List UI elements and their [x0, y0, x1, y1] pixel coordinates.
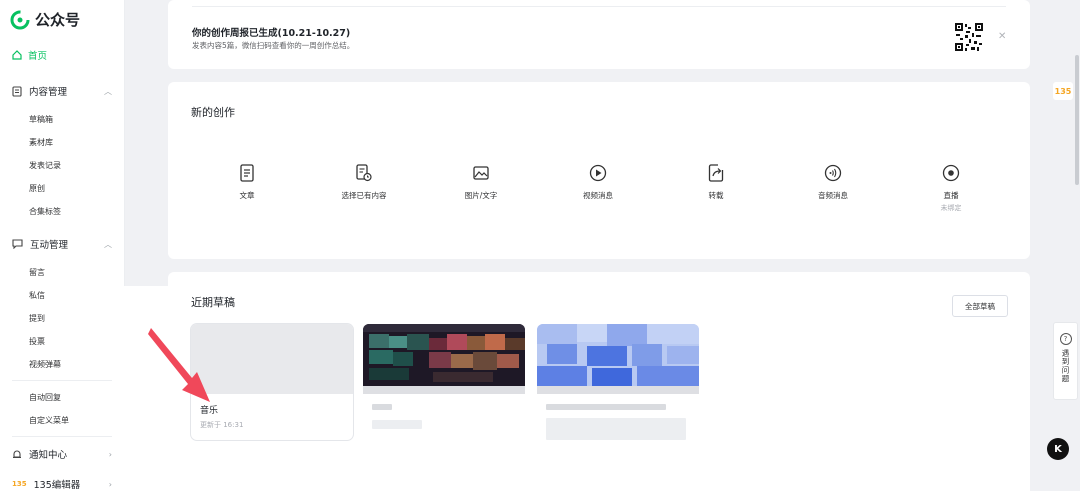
create-label: 音频消息: [818, 191, 848, 200]
qr-code-icon[interactable]: [954, 22, 984, 52]
create-repost-button[interactable]: 转载: [676, 164, 756, 201]
chat-bubble-icon: [12, 239, 23, 249]
draft-card[interactable]: 音乐 更新于 16:31: [191, 324, 353, 440]
divider: [192, 6, 1006, 7]
sidebar-item-original[interactable]: 原创: [29, 183, 45, 194]
sidebar-item-label: 首页: [28, 51, 48, 62]
blurred-text: [546, 418, 686, 440]
sidebar-item-publish-records[interactable]: 发表记录: [29, 160, 61, 171]
home-icon: [12, 50, 22, 60]
sidebar-item-drafts[interactable]: 草稿箱: [29, 114, 53, 125]
annotation-arrow: [148, 328, 210, 402]
help-button[interactable]: ? 遇到问题: [1053, 322, 1078, 400]
sidebar-item-collections[interactable]: 合集标签: [29, 206, 61, 217]
select-existing-icon: [356, 164, 372, 182]
sidebar-group-interaction[interactable]: 互动管理 ︿: [12, 237, 112, 251]
sidebar: 公众号 首页 内容管理 ︿ 草稿箱 素材库 发表记录 原创 合集标签 互动管理 …: [0, 0, 125, 491]
live-icon: [942, 164, 960, 182]
bell-icon: [13, 450, 21, 458]
sidebar-group-content[interactable]: 内容管理 ︿: [12, 84, 112, 98]
create-label: 直播: [943, 191, 959, 200]
image-text-icon: [473, 166, 489, 180]
draft-title: 音乐: [200, 406, 219, 416]
sidebar-item-messages[interactable]: 私信: [29, 290, 45, 301]
create-label: 文章: [239, 191, 255, 200]
audio-icon: [824, 164, 842, 182]
doc-icon: [240, 164, 254, 182]
sidebar-group-label: 内容管理: [29, 87, 68, 98]
app-name: 公众号: [35, 11, 81, 29]
document-icon: [12, 85, 22, 97]
sidebar-item-materials[interactable]: 素材库: [29, 137, 53, 148]
scrollbar[interactable]: [1075, 55, 1079, 185]
create-article-button[interactable]: 文章: [207, 164, 287, 201]
sidebar-item-custom-menu[interactable]: 自定义菜单: [29, 415, 69, 426]
blurred-title: [546, 404, 666, 410]
draft-time: 更新于 16:31: [200, 421, 244, 429]
close-icon[interactable]: ✕: [998, 31, 1006, 42]
sidebar-item-votes[interactable]: 投票: [29, 336, 45, 347]
wechat-logo-icon: [10, 10, 30, 29]
draft-card[interactable]: [363, 324, 525, 440]
create-audio-button[interactable]: 音频消息: [793, 164, 873, 201]
create-sublabel: 未绑定: [940, 204, 962, 212]
create-select-existing-button[interactable]: 选择已有内容: [324, 164, 404, 201]
weekly-report-notice: 你的创作周报已生成(10.21-10.27) 发表内容5篇，微信扫码查看你的一周…: [168, 0, 1030, 69]
create-label: 图片/文字: [464, 191, 498, 200]
sidebar-item-comments[interactable]: 留言: [29, 267, 45, 278]
editor-135-icon: 135: [12, 480, 27, 488]
sidebar-divider: [12, 436, 112, 437]
all-drafts-button[interactable]: 全部草稿: [952, 295, 1008, 317]
blurred-title: [372, 404, 392, 410]
create-image-text-button[interactable]: 图片/文字: [441, 164, 521, 201]
sidebar-item-auto-reply[interactable]: 自动回复: [29, 392, 61, 403]
sidebar-item-135-editor[interactable]: 135 135编辑器 ›: [12, 477, 112, 491]
create-label: 视频消息: [583, 191, 613, 200]
sidebar-item-danmaku[interactable]: 视频弹幕: [29, 359, 61, 370]
sidebar-item-mentions[interactable]: 提到: [29, 313, 45, 324]
create-video-button[interactable]: 视频消息: [558, 164, 638, 201]
chevron-up-icon: ︿: [104, 86, 112, 96]
video-icon: [589, 164, 607, 182]
create-live-button[interactable]: 直播 未绑定: [911, 164, 991, 213]
draft-thumbnail-blurred: [537, 324, 699, 394]
draft-card[interactable]: [537, 324, 699, 440]
notice-subtitle: 发表内容5篇，微信扫码查看你的一周创作总结。: [192, 41, 355, 50]
sidebar-item-notifications[interactable]: 通知中心 ›: [12, 447, 112, 461]
repost-icon: [708, 164, 724, 182]
k-floating-button[interactable]: K: [1047, 438, 1069, 460]
sidebar-item-label: 通知中心: [29, 450, 68, 461]
section-title: 近期草稿: [191, 296, 235, 309]
chevron-up-icon: ︿: [104, 239, 112, 249]
sidebar-divider: [12, 380, 112, 381]
section-title: 新的创作: [191, 106, 235, 119]
create-label: 转载: [708, 191, 724, 200]
create-label: 选择已有内容: [341, 191, 387, 200]
draft-thumbnail-blurred: [363, 324, 525, 394]
sidebar-item-label: 135编辑器: [33, 480, 81, 491]
help-label: 遇到问题: [1061, 349, 1070, 383]
sidebar-group-label: 互动管理: [30, 240, 69, 251]
notice-title: 你的创作周报已生成(10.21-10.27): [192, 28, 351, 39]
sidebar-item-home[interactable]: 首页: [12, 48, 47, 62]
blurred-time: [372, 420, 422, 429]
chevron-right-icon: ›: [108, 479, 112, 489]
app-logo[interactable]: 公众号: [10, 9, 80, 30]
draft-thumbnail: [191, 324, 353, 394]
editor-135-floating-icon[interactable]: 135: [1053, 82, 1073, 100]
question-icon: ?: [1059, 333, 1072, 345]
chevron-right-icon: ›: [108, 449, 112, 459]
